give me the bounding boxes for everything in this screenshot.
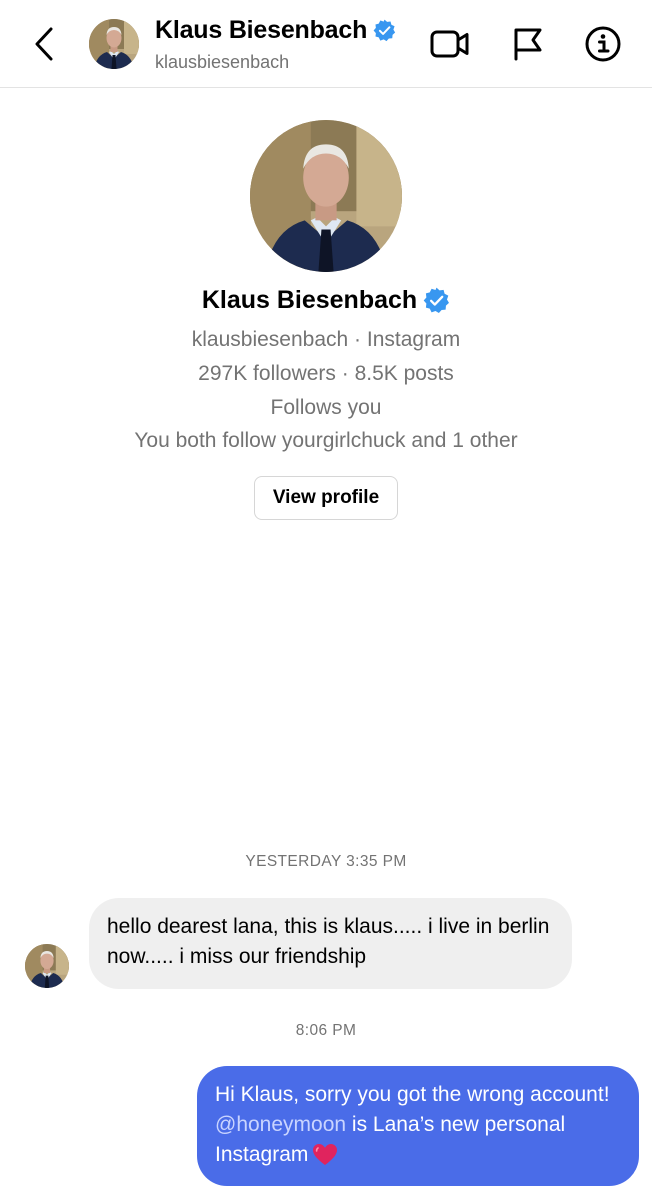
header-title[interactable]: Klaus Biesenbach — [155, 16, 396, 45]
message-timestamp: YESTERDAY 3:35 PM — [245, 853, 407, 870]
info-icon — [585, 26, 621, 62]
video-call-button[interactable] — [430, 24, 470, 64]
chevron-left-icon — [35, 27, 53, 61]
back-button[interactable] — [24, 24, 64, 64]
conversation-header: Klaus Biesenbach klausbiesenbach — [0, 0, 652, 88]
mention-link[interactable]: @honeymoon — [215, 1113, 346, 1136]
report-flag-button[interactable] — [508, 24, 548, 64]
profile-name-row: Klaus Biesenbach — [0, 286, 652, 315]
header-username: klausbiesenbach — [155, 52, 290, 72]
view-profile-button[interactable]: View profile — [254, 476, 398, 520]
video-call-icon — [430, 30, 469, 58]
follows-you-label: Follows you — [270, 396, 382, 419]
verified-badge-icon — [423, 287, 450, 314]
mutual-followers: You both follow yourgirlchuck and 1 othe… — [134, 429, 518, 452]
profile-subtitle: klausbiesenbach · Instagram — [191, 328, 461, 351]
incoming-message-text: hello dearest lana, this is klaus..... i… — [107, 915, 550, 968]
message-timestamp: 8:06 PM — [295, 1022, 357, 1039]
info-button[interactable] — [583, 24, 623, 64]
flag-icon — [514, 28, 542, 61]
profile-stats: 297K followers · 8.5K posts — [198, 362, 454, 385]
header-avatar[interactable] — [89, 19, 139, 69]
outgoing-message-text: Hi Klaus, sorry you got the wrong accoun… — [215, 1083, 610, 1106]
incoming-message-bubble[interactable]: hello dearest lana, this is klaus..... i… — [89, 898, 572, 989]
profile-name: Klaus Biesenbach — [201, 286, 418, 314]
heart-emoji-icon — [313, 1144, 338, 1166]
header-name: Klaus Biesenbach — [155, 16, 368, 44]
profile-avatar[interactable] — [250, 120, 402, 272]
sender-avatar[interactable] — [25, 944, 69, 988]
verified-badge-icon — [373, 19, 396, 42]
outgoing-message-bubble[interactable]: Hi Klaus, sorry you got the wrong accoun… — [197, 1066, 639, 1186]
